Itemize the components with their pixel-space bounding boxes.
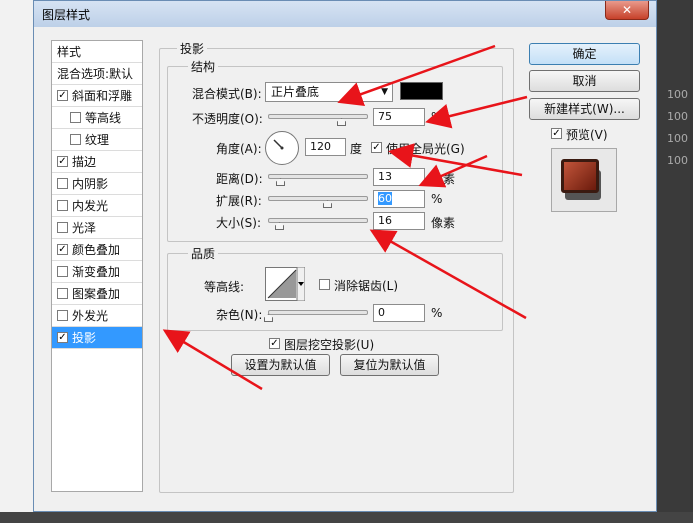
dialog-title: 图层样式 [42, 8, 91, 22]
opacity-unit: % [431, 110, 443, 124]
style-item[interactable]: ✓ 斜面和浮雕 [52, 85, 142, 107]
style-item-label: 描边 [72, 155, 97, 169]
structure-title: 结构 [188, 58, 219, 75]
knockout-label: 图层挖空投影(U) [284, 338, 375, 352]
quality-title: 品质 [188, 245, 219, 262]
size-slider[interactable] [268, 218, 368, 223]
drop-shadow-title: 投影 [177, 40, 208, 57]
shadow-color-swatch[interactable] [400, 82, 443, 100]
style-item-label: 内阴影 [72, 177, 109, 191]
set-default-button[interactable]: 设置为默认值 [231, 354, 330, 376]
style-item-label: 渐变叠加 [72, 265, 121, 279]
background-percent: 100 [667, 110, 688, 123]
blend-options-item[interactable]: 混合选项:默认 [52, 63, 142, 85]
noise-unit: % [431, 306, 443, 320]
style-item-checkbox[interactable]: ✓ [57, 90, 68, 101]
style-item[interactable]: 渐变叠加 [52, 261, 142, 283]
contour-label: 等高线: [204, 280, 245, 294]
background-percent: 100 [667, 132, 688, 145]
distance-unit: 像素 [431, 172, 456, 186]
style-item-label: 纹理 [85, 133, 110, 147]
chevron-down-icon: ▼ [381, 87, 388, 97]
close-icon: ✕ [621, 3, 633, 17]
style-item-checkbox[interactable] [57, 266, 68, 277]
noise-input[interactable]: 0 [373, 304, 425, 322]
background-percent: 100 [667, 88, 688, 101]
style-item-label: 投影 [72, 331, 97, 345]
background-statusbar [0, 512, 693, 523]
reset-default-button[interactable]: 复位为默认值 [340, 354, 439, 376]
angle-dial[interactable] [265, 131, 299, 165]
style-item[interactable]: 光泽 [52, 217, 142, 239]
style-item[interactable]: 内阴影 [52, 173, 142, 195]
style-item-checkbox[interactable] [57, 178, 68, 189]
style-item-checkbox[interactable]: ✓ [57, 332, 68, 343]
opacity-label: 不透明度(O): [192, 112, 263, 126]
style-item-label: 颜色叠加 [72, 243, 121, 257]
angle-unit: 度 [350, 142, 363, 156]
styles-header: 样式 [52, 41, 142, 63]
style-item[interactable]: 外发光 [52, 305, 142, 327]
close-button[interactable]: ✕ [605, 1, 649, 20]
angle-label: 角度(A): [216, 142, 262, 156]
size-label: 大小(S): [216, 216, 262, 230]
spread-input[interactable]: 60 [373, 190, 425, 208]
style-item[interactable]: ✓ 描边 [52, 151, 142, 173]
noise-slider[interactable] [268, 310, 368, 315]
preview-label: 预览(V) [566, 128, 608, 142]
opacity-slider[interactable] [268, 114, 368, 119]
opacity-input[interactable]: 75 [373, 108, 425, 126]
spread-unit: % [431, 192, 443, 206]
style-item-checkbox[interactable] [70, 134, 81, 145]
blend-mode-select[interactable]: 正片叠底 ▼ [265, 82, 393, 102]
distance-slider[interactable] [268, 174, 368, 179]
style-item-checkbox[interactable] [57, 200, 68, 211]
style-item-label: 外发光 [72, 309, 109, 323]
size-unit: 像素 [431, 216, 456, 230]
new-style-button[interactable]: 新建样式(W)... [529, 98, 640, 120]
preview-swatch [561, 159, 599, 193]
style-item-checkbox[interactable]: ✓ [57, 244, 68, 255]
style-item-label: 图案叠加 [72, 287, 121, 301]
style-item-checkbox[interactable] [57, 288, 68, 299]
title-bar[interactable]: 图层样式 ✕ [34, 1, 656, 27]
style-item-label: 内发光 [72, 199, 109, 213]
style-item-label: 光泽 [72, 221, 97, 235]
layer-style-dialog: 图层样式 ✕ 样式 混合选项:默认 ✓ 斜面和浮雕等高线纹理 ✓ 描边内阴影内发光光泽… [33, 0, 657, 512]
style-item-checkbox[interactable] [57, 222, 68, 233]
style-preview [551, 148, 617, 212]
angle-input[interactable]: 120 [305, 138, 346, 156]
global-light-checkbox[interactable]: ✓ [371, 142, 382, 153]
background-panel-right: 100 100 100 100 [657, 0, 693, 523]
size-input[interactable]: 16 [373, 212, 425, 230]
style-item-checkbox[interactable] [70, 112, 81, 123]
distance-input[interactable]: 13 [373, 168, 425, 186]
style-item[interactable]: 图案叠加 [52, 283, 142, 305]
style-item[interactable]: ✓ 投影 [52, 327, 142, 349]
distance-label: 距离(D): [216, 172, 263, 186]
style-item[interactable]: 等高线 [52, 107, 142, 129]
style-item[interactable]: ✓ 颜色叠加 [52, 239, 142, 261]
antialias-checkbox[interactable] [319, 279, 330, 290]
noise-label: 杂色(N): [216, 308, 263, 322]
contour-picker[interactable] [265, 267, 305, 301]
preview-checkbox[interactable]: ✓ [551, 128, 562, 139]
cancel-button[interactable]: 取消 [529, 70, 640, 92]
style-item-checkbox[interactable]: ✓ [57, 156, 68, 167]
background-percent: 100 [667, 154, 688, 167]
style-item[interactable]: 纹理 [52, 129, 142, 151]
spread-slider[interactable] [268, 196, 368, 201]
background-canvas-left [0, 0, 34, 523]
ok-button[interactable]: 确定 [529, 43, 640, 65]
style-item-label: 斜面和浮雕 [72, 89, 133, 103]
antialias-label: 消除锯齿(L) [334, 279, 399, 293]
knockout-checkbox[interactable]: ✓ [269, 338, 280, 349]
style-item-label: 等高线 [85, 111, 122, 125]
style-item-checkbox[interactable] [57, 310, 68, 321]
spread-label: 扩展(R): [216, 194, 262, 208]
global-light-label: 使用全局光(G) [386, 142, 465, 156]
styles-list: 样式 混合选项:默认 ✓ 斜面和浮雕等高线纹理 ✓ 描边内阴影内发光光泽 ✓ 颜色叠加渐变… [51, 40, 143, 492]
blend-mode-label: 混合模式(B): [192, 87, 262, 101]
style-item[interactable]: 内发光 [52, 195, 142, 217]
